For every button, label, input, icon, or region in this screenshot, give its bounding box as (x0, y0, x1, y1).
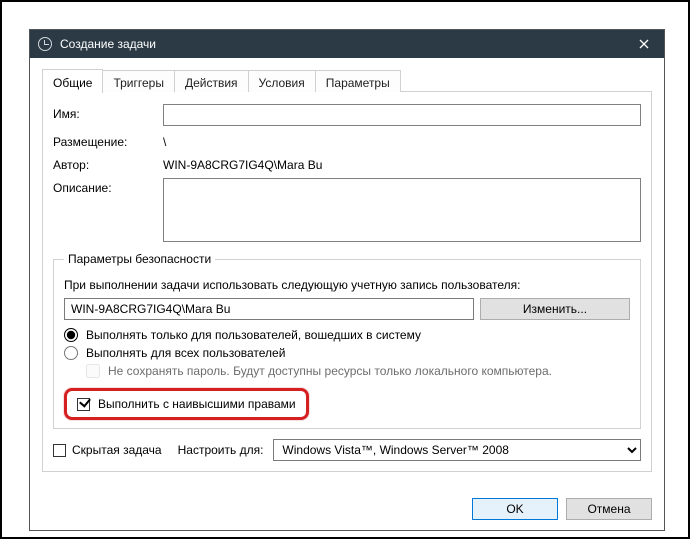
bottom-row: Скрытая задача Настроить для: Windows Vi… (53, 439, 641, 461)
run-highest-highlight: Выполнить с наивысшими правами (64, 388, 309, 420)
location-label: Размещение: (53, 132, 163, 149)
no-store-password-checkbox (86, 364, 100, 378)
run-logged-on-label: Выполнять только для пользователей, воше… (86, 328, 421, 342)
create-task-dialog: Создание задачи Общие Триггеры Действия … (30, 30, 664, 530)
name-input[interactable] (163, 104, 641, 126)
tab-general[interactable]: Общие (42, 69, 103, 93)
configure-for-select[interactable]: Windows Vista™, Windows Server™ 2008 (273, 439, 641, 461)
ok-button[interactable]: OK (472, 498, 558, 520)
name-label: Имя: (53, 104, 163, 121)
account-input (64, 298, 474, 320)
run-all-users-radio[interactable] (64, 346, 78, 360)
tab-panel-general: Имя: Размещение: \ Автор: WIN-9A8CRG7IG4… (42, 92, 652, 472)
cancel-button[interactable]: Отмена (566, 498, 652, 520)
change-user-button[interactable]: Изменить... (480, 298, 630, 320)
run-logged-on-radio[interactable] (64, 328, 78, 342)
run-highest-checkbox[interactable] (77, 398, 90, 411)
close-button[interactable] (624, 30, 664, 58)
window-title: Создание задачи (60, 37, 624, 51)
tab-actions[interactable]: Действия (174, 70, 249, 92)
no-store-password-label: Не сохранять пароль. Будут доступны ресу… (108, 364, 552, 378)
run-highest-label: Выполнить с наивысшими правами (98, 397, 296, 411)
run-logged-on-option[interactable]: Выполнять только для пользователей, воше… (64, 328, 630, 342)
tab-triggers[interactable]: Триггеры (102, 70, 175, 92)
titlebar[interactable]: Создание задачи (30, 30, 664, 58)
location-value: \ (163, 132, 641, 149)
tab-settings[interactable]: Параметры (315, 70, 401, 92)
security-options-group: Параметры безопасности При выполнении за… (53, 252, 641, 429)
tab-conditions[interactable]: Условия (248, 70, 316, 92)
security-legend: Параметры безопасности (64, 252, 215, 266)
account-intro-text: При выполнении задачи использовать следу… (64, 278, 630, 292)
close-icon (639, 39, 649, 49)
run-all-users-label: Выполнять для всех пользователей (86, 346, 285, 360)
client-area: Общие Триггеры Действия Условия Параметр… (30, 58, 664, 484)
dialog-buttons: OK Отмена (472, 498, 652, 520)
hidden-task-label: Скрытая задача (72, 443, 162, 457)
tab-strip: Общие Триггеры Действия Условия Параметр… (42, 68, 652, 92)
no-store-password-option: Не сохранять пароль. Будут доступны ресу… (86, 364, 630, 378)
run-all-users-option[interactable]: Выполнять для всех пользователей (64, 346, 630, 360)
description-label: Описание: (53, 178, 163, 195)
configure-for-label: Настроить для: (178, 443, 264, 457)
hidden-task-option[interactable]: Скрытая задача (53, 443, 162, 457)
task-scheduler-icon (38, 37, 52, 51)
author-value: WIN-9A8CRG7IG4Q\Mara Bu (163, 155, 641, 172)
author-label: Автор: (53, 155, 163, 172)
hidden-task-checkbox[interactable] (53, 444, 66, 457)
description-textarea[interactable] (163, 178, 641, 242)
